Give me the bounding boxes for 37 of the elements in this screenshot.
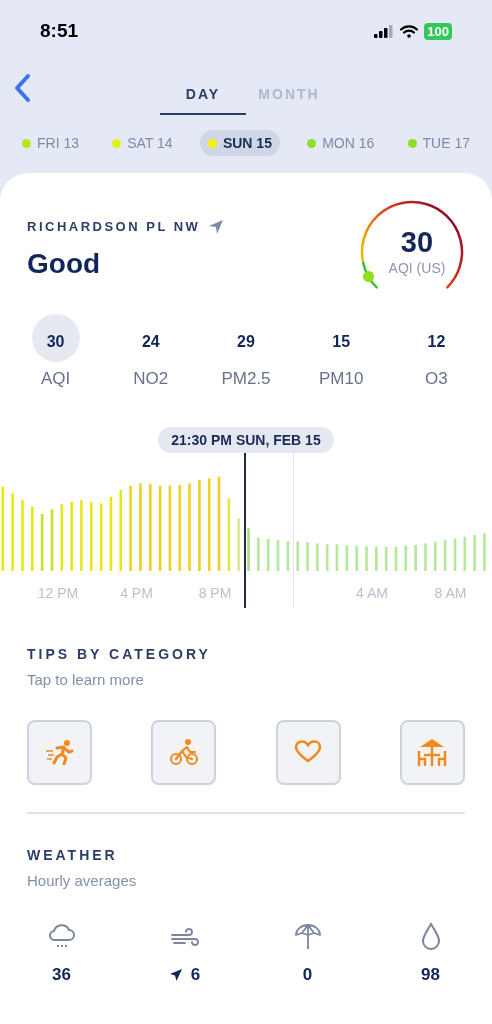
air-quality-rating: Good: [27, 246, 102, 281]
pollutant-tab[interactable]: 12 O3: [388, 314, 484, 413]
pollutant-value: 15: [332, 332, 351, 352]
section-title: WEATHER: [27, 845, 119, 865]
location-label: RICHARDSON PL NW: [27, 218, 201, 236]
day-chip[interactable]: SUN 15: [199, 130, 280, 156]
time-tooltip: 21:30 PM SUN, FEB 15: [158, 427, 334, 453]
axis-label: 4 AM: [355, 584, 389, 603]
pollutant-tab[interactable]: 24 NO2: [103, 314, 199, 413]
weather-value: 6: [190, 964, 201, 986]
pollutant-tab[interactable]: 30 AQI: [8, 314, 104, 413]
axis-label: 8 AM: [433, 584, 468, 603]
axis-label: 8 PM: [197, 584, 233, 603]
aqi-value: 30: [400, 225, 434, 258]
axis-label: 12 PM: [36, 584, 80, 603]
aqi-unit: AQI (US): [388, 258, 446, 278]
weather-value: 36: [52, 964, 71, 986]
pollutant-label: NO2: [133, 368, 169, 390]
section-subtitle: Tap to learn more: [27, 670, 145, 690]
pollutant-value: 30: [46, 332, 65, 352]
pollutant-label: PM2.5: [221, 368, 271, 390]
pollutant-value: 12: [427, 332, 446, 352]
pollutant-value: 29: [237, 332, 255, 352]
pollutant-label: PM10: [319, 368, 364, 390]
pollutant-label: O3: [425, 368, 448, 390]
weather-value: 0: [302, 964, 313, 986]
tab[interactable]: DAY: [160, 76, 246, 115]
pollutant-tab[interactable]: 29 PM2.5: [198, 314, 294, 413]
pollutant-value: 24: [141, 332, 160, 352]
status-time: 8:51: [40, 18, 79, 43]
pollutant-tab[interactable]: 15 PM10: [293, 314, 389, 413]
weather-value: 98: [421, 964, 440, 986]
pollutant-label: AQI: [40, 368, 71, 390]
section-title: TIPS BY CATEGORY: [27, 645, 212, 664]
battery-indicator: 100: [424, 22, 452, 40]
section-subtitle: Hourly averages: [27, 870, 138, 891]
axis-label: 4 PM: [119, 584, 154, 603]
